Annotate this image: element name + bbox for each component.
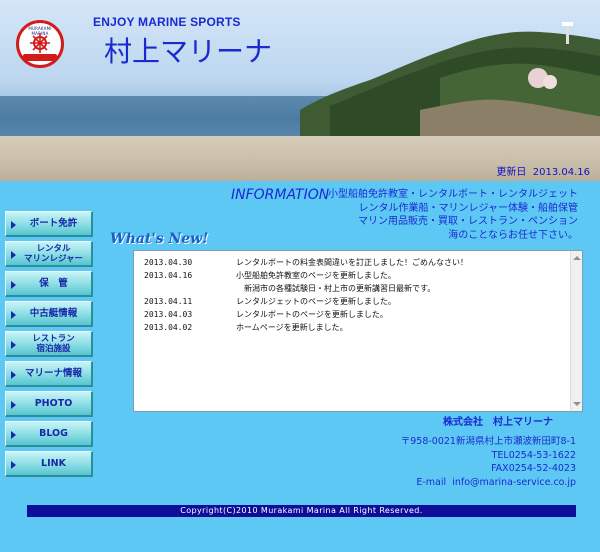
- service-line: 小型船舶免許教室・レンタルボート・レンタルジェット: [328, 189, 578, 200]
- nav-label: レストラン 宿泊施設: [32, 333, 75, 354]
- nav-label: 中古艇情報: [29, 307, 78, 319]
- logo-band: [23, 54, 57, 61]
- footer-copyright: Copyright(C)2010 Murakami Marina All Rig…: [27, 505, 576, 517]
- services-list: 小型船舶免許教室・レンタルボート・レンタルジェット レンタル作業船・マリンレジャ…: [318, 188, 578, 242]
- news-item: 2013.04.30 レンタルボートの料金表間違いを訂正しました！ごめんなさい！: [144, 256, 568, 269]
- arrow-right-icon: [11, 401, 16, 409]
- arrow-right-icon: [11, 371, 16, 379]
- nav-photo[interactable]: PHOTO: [5, 391, 93, 417]
- nav-boat-license[interactable]: ボート免許: [5, 211, 93, 237]
- nav-label: ボート免許: [29, 217, 78, 229]
- nav-blog[interactable]: BLOG: [5, 421, 93, 447]
- nav-label: LINK: [41, 457, 66, 469]
- header-banner: MURAKAMI MARINA ENJOY MARINE SPORTS 村上マリ…: [0, 0, 600, 181]
- arrow-right-icon: [11, 341, 16, 349]
- arrow-right-icon: [11, 221, 16, 229]
- news-text: 小型船舶免許教室のページを更新しました。: [236, 271, 396, 280]
- scroll-down-icon[interactable]: [573, 402, 581, 406]
- nav-label: 保 管: [39, 277, 68, 289]
- nav-marina-info[interactable]: マリーナ情報: [5, 361, 93, 387]
- service-line: 海のことならお任せ下さい。: [448, 229, 578, 241]
- news-item: 2013.04.11 レンタルジェットのページを更新しました。: [144, 295, 568, 308]
- news-date: 2013.04.03: [144, 310, 193, 319]
- nav-storage[interactable]: 保 管: [5, 271, 93, 297]
- information-title: INFORMATION: [231, 187, 330, 203]
- nav-used-boats[interactable]: 中古艇情報: [5, 301, 93, 327]
- update-value: 2013.04.16: [532, 167, 590, 178]
- arrow-right-icon: [11, 281, 16, 289]
- news-item: 新潟市の各種試験日・村上市の更新講習日最新です。: [144, 282, 568, 295]
- news-item: 2013.04.16 小型船舶免許教室のページを更新しました。: [144, 269, 568, 282]
- service-line: マリン用品販売・買取・レストラン・ペンション: [358, 216, 578, 227]
- news-text: 新潟市の各種試験日・村上市の更新講習日最新です。: [236, 284, 436, 293]
- company-name: 株式会社 村上マリーナ: [443, 417, 553, 428]
- news-box[interactable]: 2013.04.30 レンタルボートの料金表間違いを訂正しました！ごめんなさい！ …: [133, 250, 583, 412]
- headland-photo: [300, 22, 600, 138]
- company-fax: FAX0254-52-4023: [491, 463, 576, 474]
- nav-rental-marine-leisure[interactable]: レンタル マリンレジャー: [5, 241, 93, 267]
- nav-label: BLOG: [39, 427, 68, 439]
- news-date: 2013.04.11: [144, 297, 193, 306]
- service-line: レンタル作業船・マリンレジャー体験・船舶保管: [358, 202, 579, 214]
- ship-wheel-icon: [30, 33, 50, 53]
- update-label: 更新日: [496, 167, 527, 178]
- news-item: 2013.04.02 ホームページを更新しました。: [144, 321, 568, 334]
- news-list: 2013.04.30 レンタルボートの料金表間違いを訂正しました！ごめんなさい！ …: [144, 256, 568, 334]
- nav-label: マリーナ情報: [24, 367, 82, 379]
- news-date: 2013.04.02: [144, 323, 193, 332]
- nav-label: レンタル マリンレジャー: [23, 243, 84, 264]
- update-date: 更新日 2013.04.16: [496, 163, 590, 178]
- sidebar-nav: ボート免許 レンタル マリンレジャー 保 管 中古艇情報 レストラン 宿泊施設 …: [5, 211, 95, 481]
- nav-restaurant-lodging[interactable]: レストラン 宿泊施設: [5, 331, 93, 357]
- company-address: 〒958-0021新潟県村上市瀬波新田町8-1: [400, 436, 576, 447]
- brand-title: 村上マリーナ: [104, 35, 273, 68]
- news-date: [144, 282, 236, 295]
- arrow-right-icon: [11, 311, 16, 319]
- news-date: 2013.04.16: [144, 271, 193, 280]
- news-text: レンタルボートの料金表間違いを訂正しました！ごめんなさい！: [236, 258, 468, 267]
- nav-link[interactable]: LINK: [5, 451, 93, 477]
- news-item: 2013.04.03 レンタルボートのページを更新しました。: [144, 308, 568, 321]
- tagline: ENJOY MARINE SPORTS: [93, 15, 241, 29]
- marina-logo[interactable]: MURAKAMI MARINA: [16, 20, 64, 68]
- nav-label: PHOTO: [34, 397, 73, 409]
- arrow-right-icon: [11, 431, 16, 439]
- news-text: レンタルジェットのページを更新しました。: [236, 297, 396, 306]
- news-date: 2013.04.30: [144, 258, 193, 267]
- news-text: ホームページを更新しました。: [236, 323, 348, 332]
- whats-new-title: What's New!: [110, 231, 209, 247]
- news-text: レンタルボートのページを更新しました。: [236, 310, 388, 319]
- company-tel: TEL0254-53-1622: [491, 449, 576, 461]
- arrow-right-icon: [11, 461, 16, 469]
- news-scrollbar[interactable]: [570, 251, 582, 411]
- arrow-right-icon: [11, 251, 16, 259]
- company-email[interactable]: E-mail info@marina-service.co.jp: [401, 476, 576, 490]
- company-contact: 〒958-0021新潟県村上市瀬波新田町8-1 TEL0254-53-1622 …: [401, 435, 576, 489]
- scroll-up-icon[interactable]: [573, 256, 581, 260]
